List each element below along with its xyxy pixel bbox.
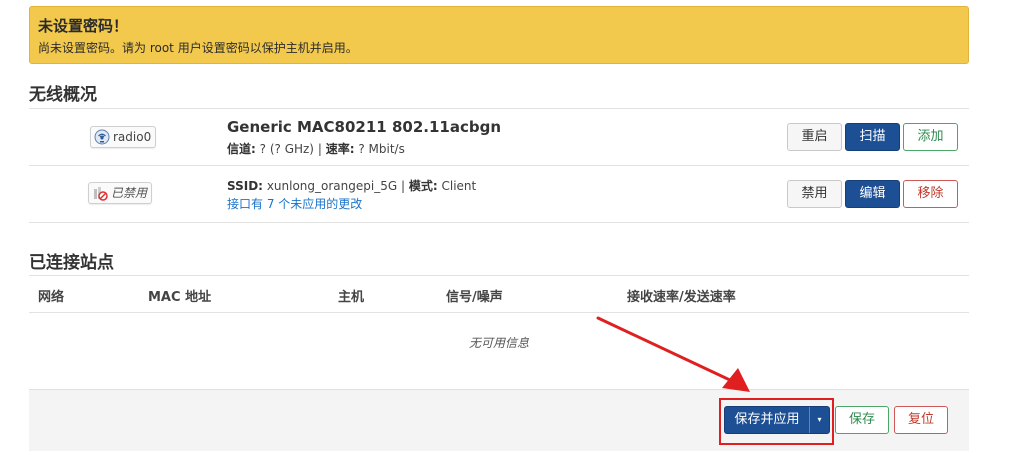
restart-button[interactable]: 重启 — [787, 123, 842, 151]
ssid-value: xunlong_orangepi_5G — [266, 179, 398, 193]
column-header-host: 主机 — [338, 290, 365, 305]
mode-label: 模式: — [408, 179, 438, 193]
separator: | — [317, 142, 322, 156]
scan-button[interactable]: 扫描 — [845, 123, 900, 151]
separator: | — [400, 179, 406, 193]
interface-status-badge: 已禁用 — [88, 182, 153, 204]
connected-stations-title: 已连接站点 — [29, 253, 114, 273]
wireless-overview-title: 无线概况 — [29, 85, 97, 105]
divider — [29, 165, 969, 166]
annotation-highlight-box — [719, 398, 834, 445]
rate-value: ? Mbit/s — [358, 142, 405, 156]
password-warning-alert: 未设置密码！ 尚未设置密码。请为 root 用户设置密码以保护主机并启用。 — [29, 6, 969, 64]
mode-value: Client — [441, 179, 477, 193]
alert-title: 未设置密码！ — [38, 17, 129, 35]
save-button[interactable]: 保存 — [835, 406, 889, 434]
column-header-network: 网络 — [38, 290, 65, 305]
disable-button[interactable]: 禁用 — [787, 180, 842, 208]
edit-button[interactable]: 编辑 — [845, 180, 900, 208]
stations-empty-message: 无可用信息 — [468, 336, 529, 350]
column-header-signal-noise: 信号/噪声 — [446, 290, 503, 305]
remove-button[interactable]: 移除 — [903, 180, 958, 208]
channel-value: ? (? GHz) — [259, 142, 314, 156]
device-name: Generic MAC80211 802.11acbgn — [227, 118, 501, 136]
alert-message: 尚未设置密码。请为 root 用户设置密码以保护主机并启用。 — [38, 41, 358, 55]
annotation-arrow-icon — [596, 316, 750, 392]
device-info: 信道: ? (? GHz) | 速率: ? Mbit/s — [227, 140, 405, 157]
channel-label: 信道: — [227, 142, 256, 156]
interface-status-label: 已禁用 — [111, 186, 148, 200]
column-header-mac: MAC 地址 — [148, 290, 212, 305]
column-header-rx-tx-rate: 接收速率/发送速率 — [627, 290, 736, 305]
pending-changes-link[interactable]: 接口有 7 个未应用的更改 — [227, 195, 362, 212]
wifi-radio-icon — [94, 129, 110, 145]
stations-table-header: 网络 MAC 地址 主机 信号/噪声 接收速率/发送速率 — [29, 276, 969, 312]
ssid-label: SSID: — [227, 179, 263, 193]
radio-badge-label: radio0 — [113, 130, 152, 144]
divider — [29, 108, 969, 109]
ssid-info: SSID: xunlong_orangepi_5G | 模式: Client — [227, 177, 476, 194]
rate-label: 速率: — [325, 142, 355, 156]
divider — [29, 312, 969, 313]
divider — [29, 222, 969, 223]
radio-badge: radio0 — [90, 126, 157, 148]
add-button[interactable]: 添加 — [903, 123, 958, 151]
wifi-disabled-icon — [92, 185, 108, 201]
reset-button[interactable]: 复位 — [894, 406, 948, 434]
